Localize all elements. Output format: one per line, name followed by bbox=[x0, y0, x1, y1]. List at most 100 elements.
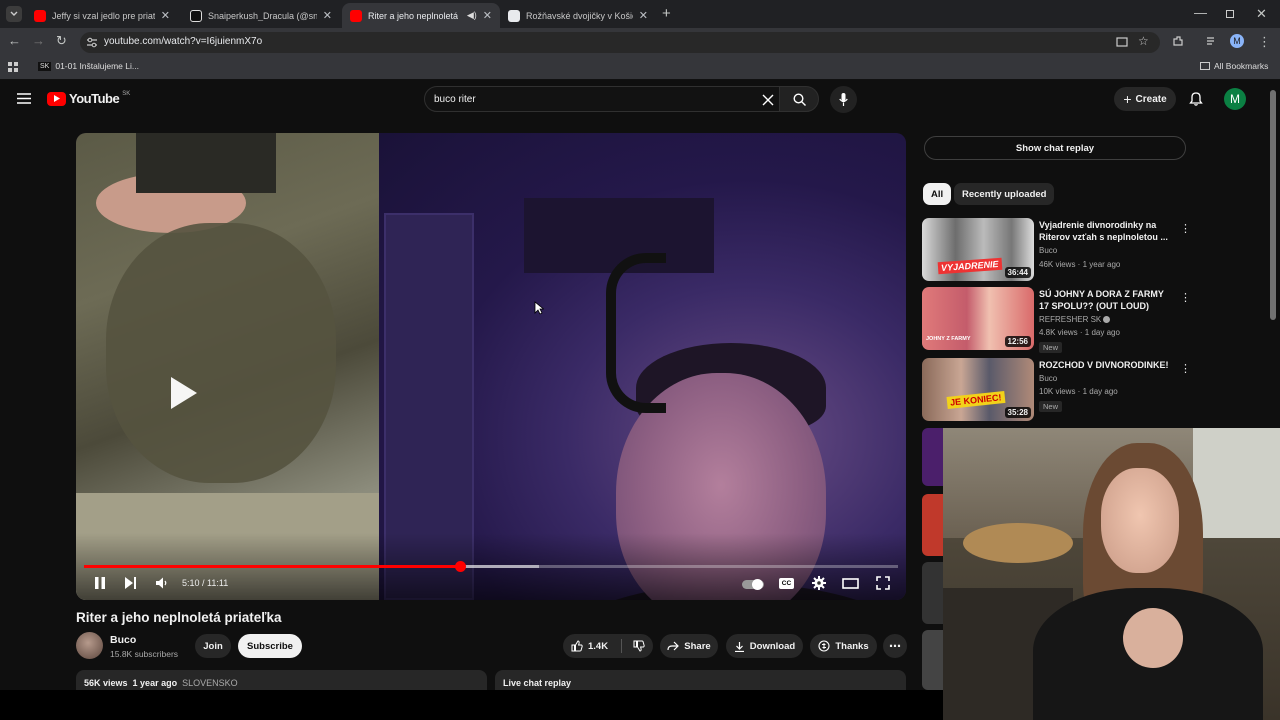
youtube-play-logo-icon bbox=[47, 91, 66, 106]
subscribe-button[interactable]: Subscribe bbox=[238, 634, 302, 658]
duration-badge: 12:56 bbox=[1004, 336, 1031, 347]
reload-icon[interactable]: ↻ bbox=[56, 33, 67, 49]
like-count: 1.4K bbox=[588, 640, 609, 652]
recommended-channel[interactable]: Buco bbox=[1039, 245, 1057, 257]
volume-icon[interactable] bbox=[155, 576, 168, 590]
browser-tab-active[interactable]: Riter a jeho neplnoletá priat ◀) ✕ bbox=[342, 3, 500, 28]
recommended-title[interactable]: ROZCHOD V DIVNORODINKE! bbox=[1039, 359, 1171, 371]
captions-icon[interactable]: CC bbox=[779, 578, 794, 589]
theater-mode-icon[interactable] bbox=[842, 578, 859, 589]
close-icon[interactable]: ✕ bbox=[483, 9, 492, 22]
search-button[interactable] bbox=[779, 86, 819, 112]
video-tag[interactable]: SLOVENSKO bbox=[182, 678, 238, 688]
time-display: 5:10 / 11:11 bbox=[182, 578, 229, 588]
site-info-icon[interactable] bbox=[86, 37, 98, 48]
youtube-logo[interactable]: YouTube SK bbox=[47, 91, 130, 106]
new-badge: New bbox=[1039, 401, 1063, 412]
recommended-video[interactable]: JOHNY Z FARMY 12:56 SÚ JOHNY A DORA Z FA… bbox=[922, 287, 1191, 353]
recommended-video[interactable]: JE KONIEC! 35:28 ROZCHOD V DIVNORODINKE!… bbox=[922, 358, 1191, 422]
chevron-down-icon bbox=[10, 11, 18, 16]
kebab-menu-icon[interactable]: ⋮ bbox=[1180, 222, 1191, 235]
recommended-title[interactable]: SÚ JOHNY A DORA Z FARMY 17 SPOLU?? (OUT … bbox=[1039, 288, 1171, 312]
tab-title: Jeffy si vzal jedlo pre priateľku d bbox=[52, 10, 155, 21]
thumbs-up-icon bbox=[571, 640, 583, 652]
streamer-face-shape bbox=[1101, 468, 1179, 573]
video-thumbnail[interactable]: JE KONIEC! 35:28 bbox=[922, 358, 1034, 421]
apps-grid-icon[interactable] bbox=[8, 62, 19, 73]
minimize-icon[interactable]: — bbox=[1194, 5, 1207, 20]
pause-icon[interactable] bbox=[94, 576, 106, 590]
account-avatar[interactable]: M bbox=[1224, 88, 1246, 110]
more-menu-icon[interactable]: ⋮ bbox=[1258, 34, 1271, 50]
table-shape bbox=[963, 523, 1073, 563]
download-button[interactable]: Download bbox=[726, 634, 803, 658]
search-input[interactable]: buco riter bbox=[424, 86, 784, 112]
live-chat-label: Live chat replay bbox=[503, 678, 572, 688]
play-overlay-icon[interactable] bbox=[169, 375, 199, 411]
channel-avatar[interactable] bbox=[76, 632, 103, 659]
chip-all[interactable]: All bbox=[923, 183, 952, 205]
hamburger-menu-icon[interactable] bbox=[17, 93, 31, 104]
close-icon[interactable]: ✕ bbox=[639, 9, 648, 22]
video-thumbnail[interactable]: JOHNY Z FARMY 12:56 bbox=[922, 287, 1034, 350]
video-thumbnail-partial[interactable] bbox=[922, 428, 944, 486]
address-bar[interactable]: youtube.com/watch?v=I6juienmX7o ☆ bbox=[80, 32, 1160, 53]
channel-name[interactable]: Buco bbox=[110, 634, 136, 646]
video-thumbnail-partial[interactable] bbox=[922, 630, 944, 690]
back-arrow-icon[interactable]: ← bbox=[8, 33, 21, 48]
autoplay-toggle[interactable] bbox=[742, 579, 764, 590]
maximize-icon[interactable] bbox=[1226, 10, 1234, 18]
all-bookmarks[interactable]: All Bookmarks bbox=[1200, 61, 1268, 71]
clear-search-icon[interactable] bbox=[762, 94, 774, 106]
tab-search-button[interactable] bbox=[6, 6, 22, 22]
voice-search-button[interactable] bbox=[830, 86, 857, 113]
bookmark-star-icon[interactable]: ☆ bbox=[1138, 34, 1149, 48]
cast-icon[interactable] bbox=[1116, 37, 1128, 48]
notifications-bell-icon[interactable] bbox=[1189, 91, 1203, 106]
close-window-icon[interactable]: ✕ bbox=[1256, 6, 1267, 22]
cap-shape bbox=[136, 133, 276, 193]
recommended-channel[interactable]: REFRESHER SK bbox=[1039, 314, 1111, 326]
video-thumbnail[interactable]: VYJADRENIE 36:44 bbox=[922, 218, 1034, 281]
thanks-button[interactable]: Thanks bbox=[810, 634, 877, 658]
more-actions-icon[interactable]: ⋯ bbox=[883, 634, 907, 658]
youtube-favicon-icon bbox=[350, 9, 362, 22]
share-button[interactable]: Share bbox=[660, 634, 718, 658]
close-icon[interactable]: ✕ bbox=[161, 9, 170, 22]
recommended-title[interactable]: Vyjadrenie divnorodinky na Riterov vzťah… bbox=[1039, 219, 1171, 243]
recommended-meta: 4.8K views · 1 day ago bbox=[1039, 328, 1120, 337]
profile-avatar[interactable]: M bbox=[1230, 34, 1244, 48]
kebab-menu-icon[interactable]: ⋮ bbox=[1180, 362, 1191, 375]
page-scrollbar[interactable] bbox=[1270, 90, 1276, 320]
super-thanks-icon bbox=[818, 640, 830, 652]
recommended-video[interactable]: VYJADRENIE 36:44 Vyjadrenie divnorodinky… bbox=[922, 218, 1191, 282]
video-thumbnail-partial[interactable] bbox=[922, 562, 944, 624]
extensions-icon[interactable] bbox=[1172, 35, 1184, 47]
thumbs-down-icon[interactable] bbox=[633, 640, 645, 652]
create-button[interactable]: + Create bbox=[1114, 87, 1176, 111]
url-text[interactable]: youtube.com/watch?v=I6juienmX7o bbox=[104, 36, 262, 47]
video-player[interactable]: 5:10 / 11:11 CC bbox=[76, 133, 906, 600]
fullscreen-icon[interactable] bbox=[876, 576, 890, 590]
audio-playing-icon[interactable]: ◀) bbox=[467, 10, 477, 21]
browser-tab[interactable]: Jeffy si vzal jedlo pre priateľku d ✕ bbox=[26, 3, 178, 28]
recommended-channel[interactable]: Buco bbox=[1039, 373, 1057, 385]
next-video-icon[interactable] bbox=[124, 576, 137, 590]
media-control-icon[interactable] bbox=[1206, 36, 1218, 46]
chip-recently-uploaded[interactable]: Recently uploaded bbox=[954, 183, 1055, 205]
video-thumbnail-partial[interactable] bbox=[922, 494, 944, 556]
bookmark-item[interactable]: SK 01-01 Inštalujeme Li... bbox=[38, 61, 139, 71]
browser-tab[interactable]: Snaiperkush_Dracula (@snaiper ✕ bbox=[182, 3, 340, 28]
new-tab-plus-icon[interactable]: + bbox=[662, 5, 671, 22]
close-icon[interactable]: ✕ bbox=[323, 9, 332, 22]
like-button[interactable]: 1.4K bbox=[571, 640, 608, 652]
settings-gear-icon[interactable] bbox=[812, 576, 826, 590]
kebab-menu-icon[interactable]: ⋮ bbox=[1180, 291, 1191, 304]
show-chat-replay-button[interactable]: Show chat replay bbox=[924, 136, 1186, 160]
forward-arrow-icon[interactable]: → bbox=[32, 33, 45, 48]
search-input-value[interactable]: buco riter bbox=[434, 94, 476, 105]
window-shape bbox=[1193, 428, 1280, 538]
tab-title: Riter a jeho neplnoletá priat bbox=[368, 10, 461, 21]
join-button[interactable]: Join bbox=[195, 634, 231, 658]
browser-tab[interactable]: Rožňavské dvojičky v Košiciach ✕ bbox=[500, 3, 656, 28]
